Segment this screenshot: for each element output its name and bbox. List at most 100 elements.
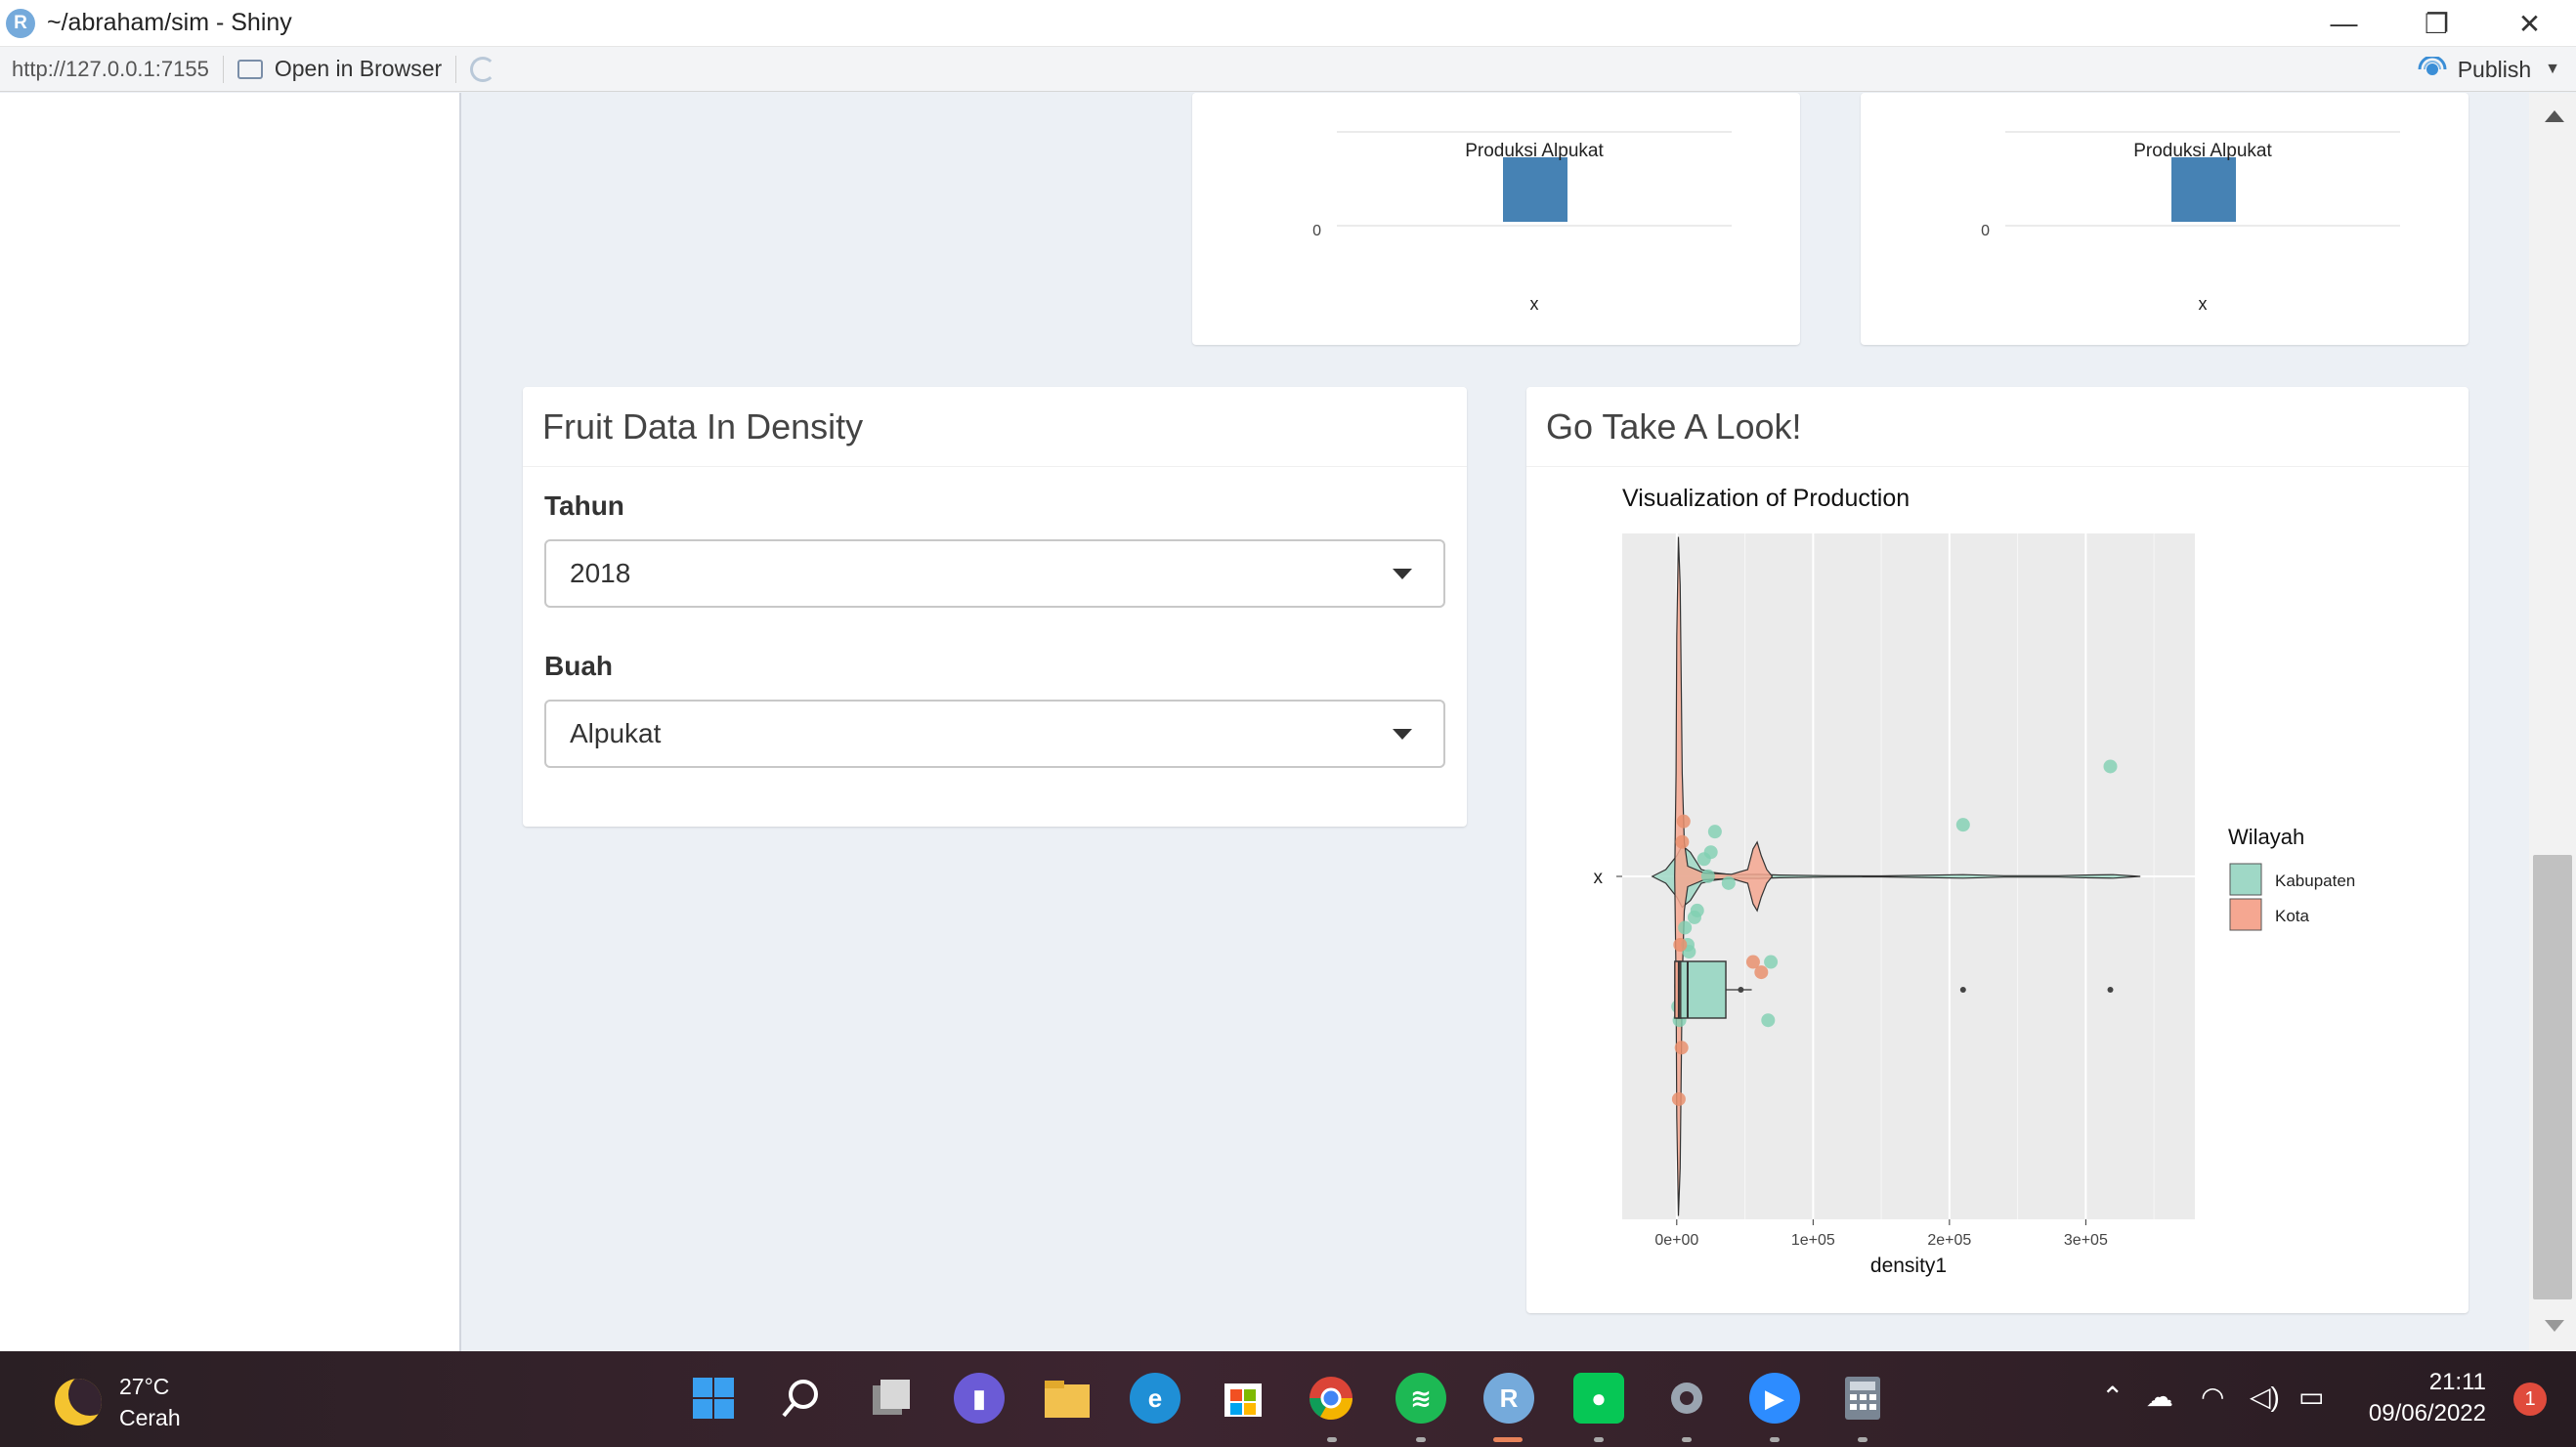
point-kota (1754, 965, 1769, 980)
battery-icon[interactable]: ▭ (2298, 1381, 2324, 1413)
tray-overflow-chevron-icon[interactable]: ⌃ (2101, 1381, 2124, 1413)
x-tick-label: 0e+00 (1654, 1232, 1698, 1249)
volume-icon[interactable]: ◁) (2250, 1381, 2280, 1413)
bar-produksi (1503, 157, 1567, 222)
window-titlebar: R ~/abraham/sim - Shiny — ❐ ✕ (0, 0, 2576, 47)
top-bar-chart-1: Produksi Alpukat 0 x (1312, 131, 1732, 314)
open-in-browser-label: Open in Browser (274, 56, 443, 81)
point-kabupaten (1703, 845, 1718, 860)
toolbar-separator-2 (455, 55, 457, 83)
clock-date: 09/06/2022 (2368, 1400, 2486, 1426)
task-view-icon[interactable] (866, 1373, 917, 1424)
file-explorer-icon[interactable] (1042, 1373, 1093, 1424)
legend-title: Wilayah (2228, 825, 2304, 849)
buah-select[interactable]: Alpukat (544, 700, 1445, 768)
window-controls: — ❐ ✕ (2297, 0, 2576, 47)
point-kota (1673, 938, 1688, 952)
point-kabupaten (1700, 869, 1715, 883)
boxplot-kabupaten (1676, 960, 1727, 1019)
taskbar-clock[interactable]: 21:11 09/06/2022 (2369, 1367, 2486, 1429)
x-tick-layer: 0e+00 1e+05 2e+05 3e+05 (1654, 1219, 2108, 1249)
toolbar-separator (222, 55, 224, 83)
start-windows-icon[interactable] (688, 1373, 739, 1424)
point-kota (1675, 834, 1690, 849)
buah-selected-value: Alpukat (570, 718, 662, 748)
page-scrollbar[interactable] (2529, 93, 2576, 1351)
tahun-select[interactable]: 2018 (544, 539, 1445, 608)
scroll-down-icon[interactable] (2545, 1320, 2564, 1332)
tahun-selected-value: 2018 (570, 558, 631, 588)
url-display: http://127.0.0.1:7155 (12, 56, 209, 81)
weather-text: 27°C Cerah (119, 1371, 181, 1433)
wifi-icon[interactable]: ◠ (2201, 1381, 2224, 1413)
calculator-icon[interactable] (1837, 1373, 1888, 1424)
take-a-look-title: Go Take A Look! (1526, 387, 2469, 467)
rstudio-icon[interactable]: R (1483, 1373, 1534, 1424)
moon-weather-icon (55, 1379, 102, 1426)
x-axis-label: x (2199, 294, 2208, 314)
close-button[interactable]: ✕ (2483, 0, 2576, 47)
point-kota (1674, 1041, 1689, 1055)
taskbar-running-indicator (1327, 1437, 1337, 1442)
legend-swatch-kota (2229, 898, 2262, 931)
onedrive-cloud-icon[interactable]: ☁ (2146, 1381, 2173, 1413)
scroll-up-icon[interactable] (2545, 110, 2564, 122)
top-bar-chart-card-1: Produksi Alpukat 0 x (1192, 93, 1800, 345)
bar-label: Produksi Alpukat (1465, 141, 1604, 161)
x-tick-label: 3e+05 (2064, 1232, 2108, 1249)
restore-button[interactable]: ❐ (2390, 0, 2483, 47)
taskbar-active-indicator (1493, 1437, 1523, 1442)
clock-time: 21:11 (2428, 1369, 2486, 1395)
top-bar-chart-2: Produksi Alpukat 0 x (1981, 131, 2400, 314)
chrome-icon[interactable] (1306, 1373, 1356, 1424)
boxplot-outlier-kabupaten (2107, 987, 2114, 993)
line-app-icon[interactable]: ● (1573, 1373, 1624, 1424)
taskbar-running-indicator (1858, 1437, 1868, 1442)
point-kabupaten (1721, 875, 1736, 890)
tahun-label: Tahun (544, 490, 624, 521)
search-icon[interactable] (776, 1373, 827, 1424)
chevron-down-icon (1393, 729, 1412, 740)
chat-icon[interactable]: ▮ (954, 1373, 1005, 1424)
microsoft-store-icon[interactable] (1218, 1373, 1268, 1424)
chart-title: Visualization of Production (1622, 485, 1910, 512)
settings-gear-icon[interactable] (1661, 1373, 1712, 1424)
publish-label: Publish (2457, 56, 2532, 82)
minimize-button[interactable]: — (2297, 0, 2390, 47)
publish-dropdown-icon[interactable]: ▼ (2545, 61, 2560, 78)
legend-swatch-kabupaten (2229, 863, 2262, 896)
scrollbar-thumb[interactable] (2533, 855, 2572, 1299)
weather-widget[interactable]: 27°C Cerah (55, 1371, 181, 1433)
y-tick-label: x (1594, 868, 1604, 888)
chevron-down-icon (1393, 569, 1412, 579)
zoom-icon[interactable]: ▶ (1749, 1373, 1800, 1424)
x-axis-label: density1 (1870, 1255, 1947, 1277)
notification-badge[interactable]: 1 (2513, 1383, 2547, 1416)
point-kabupaten (1678, 920, 1693, 935)
point-kabupaten (1764, 955, 1779, 969)
open-browser-icon (236, 59, 263, 79)
boxplot-kota (1674, 960, 1682, 1019)
refresh-icon[interactable] (470, 56, 496, 82)
edge-browser-icon[interactable]: e (1130, 1373, 1181, 1424)
publish-icon (2418, 57, 2447, 75)
violin-chart: Visualization of Production x 0e+00 1e+05… (1594, 485, 2356, 1277)
fruit-density-box: Fruit Data In Density Tahun 2018 Buah Al… (523, 387, 1467, 827)
point-kabupaten (1690, 903, 1704, 917)
fruit-density-title: Fruit Data In Density (523, 387, 1467, 467)
taskbar-running-indicator (1594, 1437, 1604, 1442)
weather-desc: Cerah (119, 1405, 181, 1430)
x-tick-label: 2e+05 (1927, 1232, 1971, 1249)
x-axis-label: x (1530, 294, 1539, 314)
point-kabupaten (1761, 1013, 1776, 1028)
buah-label: Buah (544, 651, 613, 681)
take-a-look-box: Go Take A Look! Visualization of Product… (1526, 387, 2469, 1313)
bar-produksi (2171, 157, 2236, 222)
viewer-toolbar: http://127.0.0.1:7155 Open in Browser Pu… (0, 47, 2576, 92)
spotify-icon[interactable]: ≋ (1395, 1373, 1446, 1424)
point-kota (1671, 1091, 1686, 1106)
publish-button[interactable]: Publish ▼ (2417, 47, 2560, 92)
taskbar-running-indicator (1770, 1437, 1780, 1442)
open-in-browser-button[interactable]: Open in Browser (236, 56, 443, 82)
boxplot-outlier-kabupaten (1738, 987, 1744, 993)
